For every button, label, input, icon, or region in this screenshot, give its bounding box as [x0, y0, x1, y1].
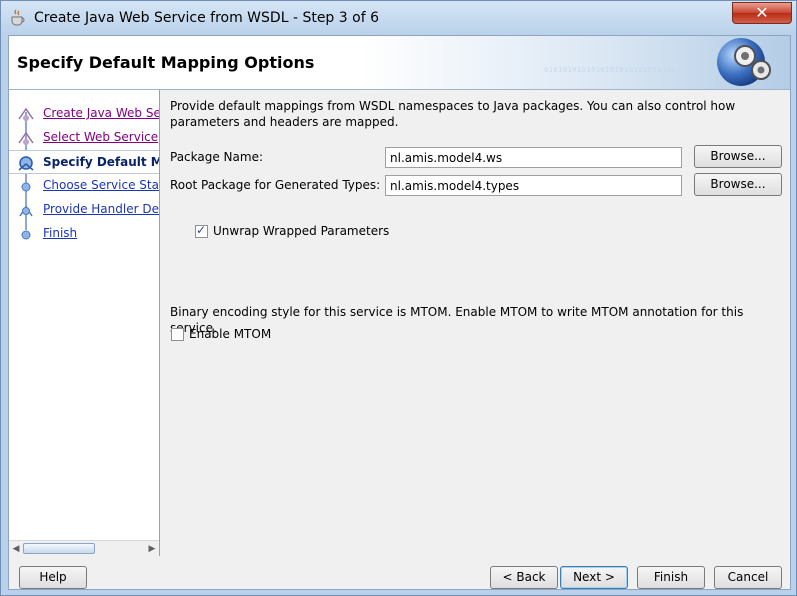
mapping-options-panel: Provide default mappings from WSDL names… [160, 90, 790, 556]
package-browse-button[interactable]: Browse... [694, 145, 782, 168]
step-pending-icon [21, 230, 31, 240]
dialog-footer: Help < Back Next > Finish Cancel [9, 556, 790, 589]
unwrap-parameters-label[interactable]: Unwrap Wrapped Parameters [213, 224, 389, 238]
nav-step-label: Choose Service Stat [43, 178, 160, 192]
step-current-icon [18, 156, 34, 171]
dialog-client: Specify Default Mapping Options 01010101… [8, 35, 791, 590]
root-package-label: Root Package for Generated Types: [170, 178, 381, 192]
nav-step-label: Select Web Service [43, 130, 159, 144]
scroll-thumb[interactable] [23, 543, 95, 554]
globe-gears-icon [717, 38, 771, 86]
step-visited-icon [18, 107, 34, 121]
enable-mtom-checkbox[interactable] [171, 328, 184, 341]
root-package-input[interactable] [385, 175, 682, 196]
scroll-right-icon[interactable]: ▶ [145, 542, 159, 556]
java-cup-icon [11, 9, 25, 26]
nav-step-label: Create Java Web Se [43, 106, 160, 120]
close-icon: ✕ [755, 3, 769, 22]
nav-step-create[interactable]: Create Java Web Se [9, 102, 159, 124]
step-pending-icon [21, 182, 31, 192]
help-button[interactable]: Help [19, 566, 87, 589]
package-name-input[interactable] [385, 147, 682, 168]
title-bar[interactable]: Create Java Web Service from WSDL - Step… [1, 1, 796, 35]
window-title: Create Java Web Service from WSDL - Step… [34, 10, 379, 26]
step-visited-icon [18, 131, 34, 145]
nav-step-label: Specify Default Ma [43, 155, 160, 169]
nav-step-finish[interactable]: Finish [9, 222, 159, 244]
next-button[interactable]: Next > [560, 566, 628, 589]
nav-step-label: Finish [43, 226, 78, 240]
nav-step-handler[interactable]: Provide Handler Deta [9, 198, 159, 220]
dialog-window: Create Java Web Service from WSDL - Step… [0, 0, 797, 596]
wizard-steps-nav: Create Java Web Se Select Web Service Sp… [9, 90, 160, 556]
page-title: Specify Default Mapping Options [17, 53, 315, 72]
unwrap-parameters-checkbox[interactable] [195, 223, 208, 238]
page-description: Provide default mappings from WSDL names… [170, 99, 736, 129]
finish-button[interactable]: Finish [637, 566, 705, 589]
nav-step-specify-mapping[interactable]: Specify Default Ma [9, 150, 159, 174]
nav-horizontal-scrollbar[interactable]: ◀ ▶ [9, 540, 159, 556]
wizard-header: Specify Default Mapping Options 01010101… [9, 36, 790, 90]
close-button[interactable]: ✕ [732, 2, 792, 24]
package-name-label: Package Name: [170, 150, 263, 164]
scroll-left-icon[interactable]: ◀ [9, 542, 23, 556]
nav-step-select-service[interactable]: Select Web Service [9, 126, 159, 148]
cancel-button[interactable]: Cancel [714, 566, 782, 589]
enable-mtom-label[interactable]: Enable MTOM [189, 327, 271, 341]
wizard-body: Create Java Web Se Select Web Service Sp… [9, 90, 790, 556]
root-package-browse-button[interactable]: Browse... [694, 173, 782, 196]
step-pending-icon [19, 205, 33, 217]
nav-step-label: Provide Handler Deta [43, 202, 160, 216]
nav-step-choose-service[interactable]: Choose Service Stat [9, 174, 159, 196]
back-button[interactable]: < Back [490, 566, 558, 589]
binary-decoration: 0101010101010101010101010101 [544, 66, 677, 74]
